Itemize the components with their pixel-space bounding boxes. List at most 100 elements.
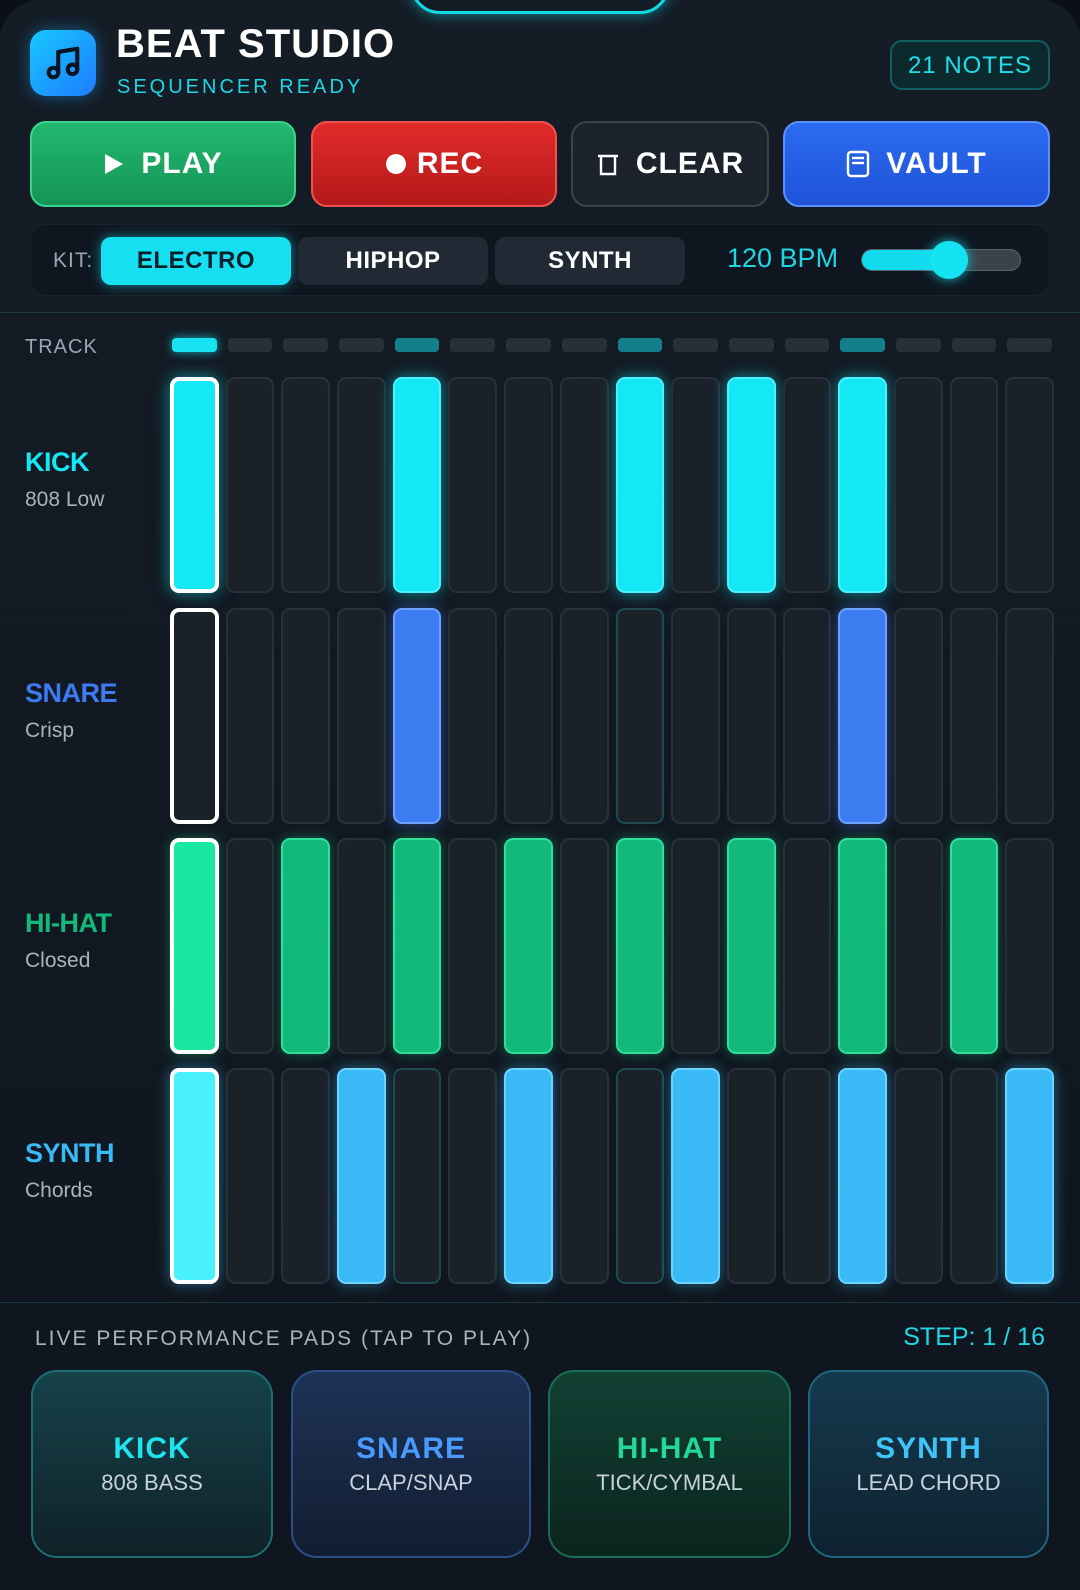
clear-button[interactable]: CLEAR — [571, 121, 769, 207]
step-cell-hihat-11[interactable] — [726, 838, 776, 1054]
step-indicator-10 — [673, 338, 718, 352]
step-indicator-12 — [784, 338, 830, 352]
step-cell-synth-1[interactable] — [170, 1068, 219, 1284]
step-cell-synth-12[interactable] — [782, 1068, 832, 1284]
step-cell-kick-11[interactable] — [726, 377, 776, 593]
track-sound: 808 Low — [25, 488, 105, 511]
step-cell-snare-11[interactable] — [726, 608, 776, 824]
step-cell-kick-3[interactable] — [281, 377, 331, 593]
pad-kick-sub: 808 BASS — [101, 1470, 203, 1495]
pad-kick[interactable]: KICK 808 BASS — [31, 1370, 273, 1558]
record-label: REC — [416, 147, 484, 180]
step-cell-synth-16[interactable] — [1005, 1068, 1054, 1284]
step-cell-synth-3[interactable] — [281, 1068, 331, 1284]
step-cell-snare-16[interactable] — [1005, 608, 1054, 824]
step-cell-snare-15[interactable] — [949, 608, 999, 824]
step-cell-snare-13[interactable] — [838, 608, 887, 824]
step-cell-kick-13[interactable] — [838, 377, 887, 593]
step-cell-kick-7[interactable] — [504, 377, 553, 593]
step-cell-snare-1[interactable] — [170, 608, 219, 824]
pad-hihat[interactable]: HI-HAT TICK/CYMBAL — [548, 1370, 791, 1558]
step-cell-kick-4[interactable] — [337, 377, 386, 593]
track-name: HI-HAT — [25, 908, 112, 938]
step-cell-synth-11[interactable] — [726, 1068, 776, 1284]
step-cell-synth-13[interactable] — [838, 1068, 887, 1284]
step-cell-hihat-13[interactable] — [838, 838, 887, 1054]
kit-option-synth[interactable]: SYNTH — [495, 237, 685, 285]
step-cell-hihat-8[interactable] — [559, 838, 609, 1054]
step-cell-kick-2[interactable] — [225, 377, 275, 593]
kit-label: KIT: — [53, 249, 94, 272]
step-cell-kick-1[interactable] — [170, 377, 219, 593]
step-cell-snare-10[interactable] — [671, 608, 720, 824]
step-cell-synth-6[interactable] — [448, 1068, 498, 1284]
step-cell-snare-6[interactable] — [448, 608, 498, 824]
step-cell-synth-5[interactable] — [392, 1068, 442, 1284]
step-cell-synth-15[interactable] — [949, 1068, 999, 1284]
step-cell-kick-5[interactable] — [392, 377, 442, 593]
step-cell-kick-10[interactable] — [671, 377, 720, 593]
step-cell-kick-6[interactable] — [448, 377, 498, 593]
kit-option-hiphop[interactable]: HIPHOP — [298, 237, 488, 285]
step-cell-hihat-6[interactable] — [448, 838, 498, 1054]
step-cell-kick-14[interactable] — [893, 377, 943, 593]
step-cell-snare-3[interactable] — [281, 608, 331, 824]
step-cell-hihat-10[interactable] — [671, 838, 720, 1054]
step-cell-hihat-1[interactable] — [170, 838, 219, 1054]
step-cell-snare-12[interactable] — [782, 608, 832, 824]
step-cell-hihat-16[interactable] — [1005, 838, 1054, 1054]
step-cell-synth-7[interactable] — [504, 1068, 553, 1284]
sequencer-status: SEQUENCER READY — [117, 76, 364, 98]
step-cell-synth-9[interactable] — [615, 1068, 665, 1284]
step-cell-hihat-12[interactable] — [782, 838, 832, 1054]
pad-snare[interactable]: SNARE CLAP/SNAP — [291, 1370, 531, 1558]
step-cell-hihat-3[interactable] — [281, 838, 331, 1054]
step-cell-kick-9[interactable] — [615, 377, 665, 593]
pad-kick-name: KICK — [113, 1432, 191, 1465]
step-cell-kick-15[interactable] — [949, 377, 999, 593]
step-indicator-2 — [227, 338, 273, 352]
step-indicator-15 — [951, 338, 997, 352]
top-notch — [410, 0, 670, 14]
step-cell-hihat-15[interactable] — [949, 838, 999, 1054]
beat-studio-app: BEAT STUDIO SEQUENCER READY 21 NOTES PLA… — [0, 0, 1080, 1590]
step-cell-snare-5[interactable] — [392, 608, 442, 824]
step-cell-synth-14[interactable] — [893, 1068, 943, 1284]
step-cell-snare-4[interactable] — [337, 608, 386, 824]
step-cell-synth-10[interactable] — [671, 1068, 720, 1284]
step-cell-snare-7[interactable] — [504, 608, 553, 824]
track-label-snare: SNARE Crisp — [25, 678, 118, 743]
step-cell-snare-14[interactable] — [893, 608, 943, 824]
track-column-header: TRACK — [25, 336, 98, 358]
pad-synth-name: SYNTH — [875, 1432, 982, 1465]
step-cell-hihat-4[interactable] — [337, 838, 386, 1054]
step-cell-kick-12[interactable] — [782, 377, 832, 593]
pad-hihat-name: HI-HAT — [616, 1432, 723, 1465]
track-name: SNARE — [25, 678, 118, 708]
kit-option-electro[interactable]: ELECTRO — [101, 237, 291, 285]
record-button[interactable]: REC — [311, 121, 557, 207]
pad-synth[interactable]: SYNTH LEAD CHORD — [808, 1370, 1049, 1558]
play-button[interactable]: PLAY — [30, 121, 296, 207]
step-cell-hihat-2[interactable] — [225, 838, 275, 1054]
step-indicator-1 — [172, 338, 217, 352]
vault-button[interactable]: VAULT — [783, 121, 1050, 207]
step-cell-hihat-5[interactable] — [392, 838, 442, 1054]
step-cell-hihat-7[interactable] — [504, 838, 553, 1054]
step-cell-kick-16[interactable] — [1005, 377, 1054, 593]
vault-label: VAULT — [886, 147, 987, 180]
step-cell-snare-2[interactable] — [225, 608, 275, 824]
step-cell-snare-8[interactable] — [559, 608, 609, 824]
step-cell-synth-4[interactable] — [337, 1068, 386, 1284]
step-cell-kick-8[interactable] — [559, 377, 609, 593]
kit-bar: KIT: ELECTRO HIPHOP SYNTH 120 BPM — [30, 224, 1050, 296]
tempo-slider-thumb[interactable] — [930, 241, 968, 279]
header: BEAT STUDIO SEQUENCER READY 21 NOTES — [30, 22, 1050, 112]
music-note-icon — [30, 30, 96, 96]
pad-snare-sub: CLAP/SNAP — [349, 1470, 473, 1495]
step-cell-hihat-9[interactable] — [615, 838, 665, 1054]
step-cell-synth-2[interactable] — [225, 1068, 275, 1284]
step-cell-snare-9[interactable] — [615, 608, 665, 824]
step-cell-hihat-14[interactable] — [893, 838, 943, 1054]
step-cell-synth-8[interactable] — [559, 1068, 609, 1284]
